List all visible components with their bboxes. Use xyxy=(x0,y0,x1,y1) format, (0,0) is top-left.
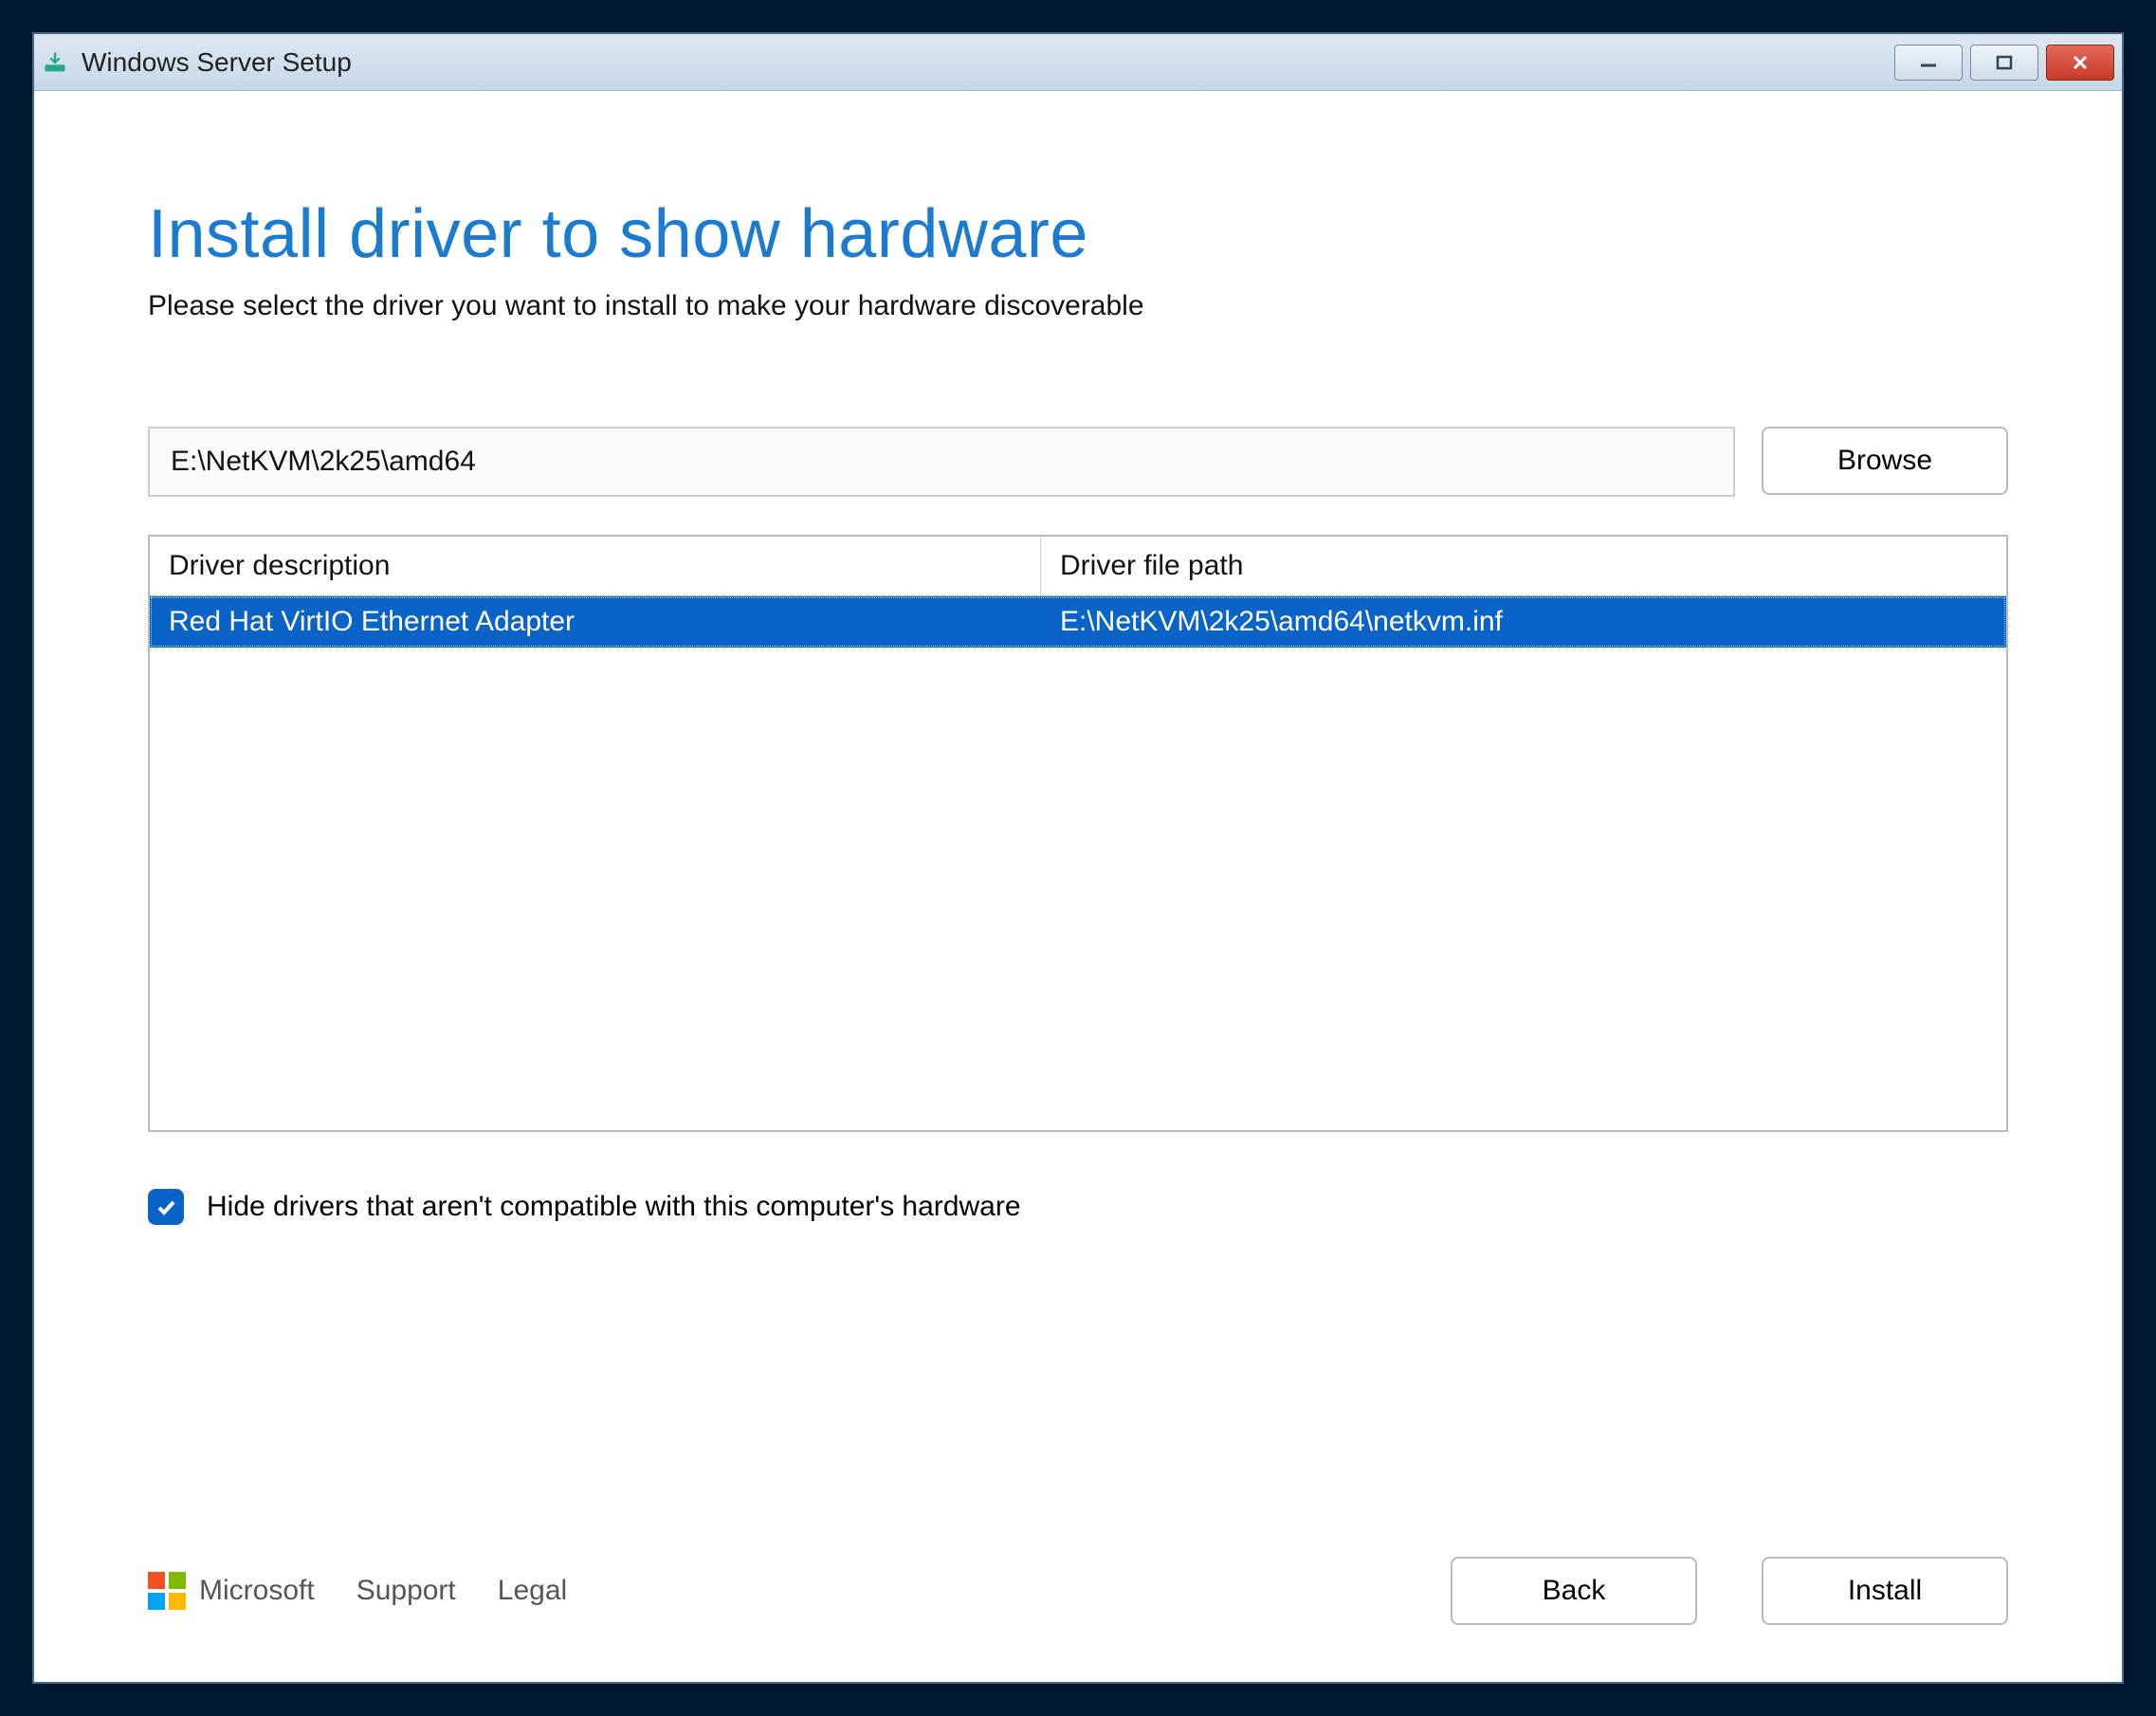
page-subheading: Please select the driver you want to ins… xyxy=(148,290,2008,322)
footer: Microsoft Support Legal Back Install xyxy=(148,1519,2008,1625)
microsoft-logo: Microsoft xyxy=(148,1572,315,1610)
window-title: Windows Server Setup xyxy=(82,47,1894,78)
setup-window: Windows Server Setup Install driver to s… xyxy=(32,32,2124,1684)
driver-row[interactable]: Red Hat VirtIO Ethernet Adapter E:\NetKV… xyxy=(150,596,2006,648)
maximize-button[interactable] xyxy=(1970,45,2038,81)
driver-description: Red Hat VirtIO Ethernet Adapter xyxy=(150,602,1041,642)
driver-path-input[interactable]: E:\NetKVM\2k25\amd64 xyxy=(148,427,1735,497)
close-button[interactable] xyxy=(2046,45,2114,81)
titlebar: Windows Server Setup xyxy=(34,34,2122,91)
driver-list-header: Driver description Driver file path xyxy=(150,537,2006,596)
page-heading: Install driver to show hardware xyxy=(148,195,2008,273)
driver-list[interactable]: Driver description Driver file path Red … xyxy=(148,535,2008,1132)
hide-incompatible-label: Hide drivers that aren't compatible with… xyxy=(207,1191,1021,1223)
content-area: Install driver to show hardware Please s… xyxy=(34,91,2122,1682)
microsoft-logo-text: Microsoft xyxy=(199,1575,315,1607)
path-row: E:\NetKVM\2k25\amd64 Browse xyxy=(148,427,2008,497)
minimize-button[interactable] xyxy=(1894,45,1963,81)
back-button[interactable]: Back xyxy=(1451,1557,1697,1625)
legal-link[interactable]: Legal xyxy=(498,1575,567,1607)
column-header-file-path[interactable]: Driver file path xyxy=(1041,537,2006,595)
microsoft-logo-icon xyxy=(148,1572,186,1610)
support-link[interactable]: Support xyxy=(356,1575,456,1607)
hide-incompatible-checkbox[interactable] xyxy=(148,1189,184,1225)
window-buttons xyxy=(1894,45,2114,81)
install-button[interactable]: Install xyxy=(1762,1557,2008,1625)
browse-button[interactable]: Browse xyxy=(1762,427,2008,495)
column-header-description[interactable]: Driver description xyxy=(150,537,1041,595)
driver-list-body: Red Hat VirtIO Ethernet Adapter E:\NetKV… xyxy=(150,596,2006,1130)
driver-file-path: E:\NetKVM\2k25\amd64\netkvm.inf xyxy=(1041,602,2006,642)
app-icon xyxy=(42,49,68,76)
hide-incompatible-row[interactable]: Hide drivers that aren't compatible with… xyxy=(148,1189,2008,1225)
